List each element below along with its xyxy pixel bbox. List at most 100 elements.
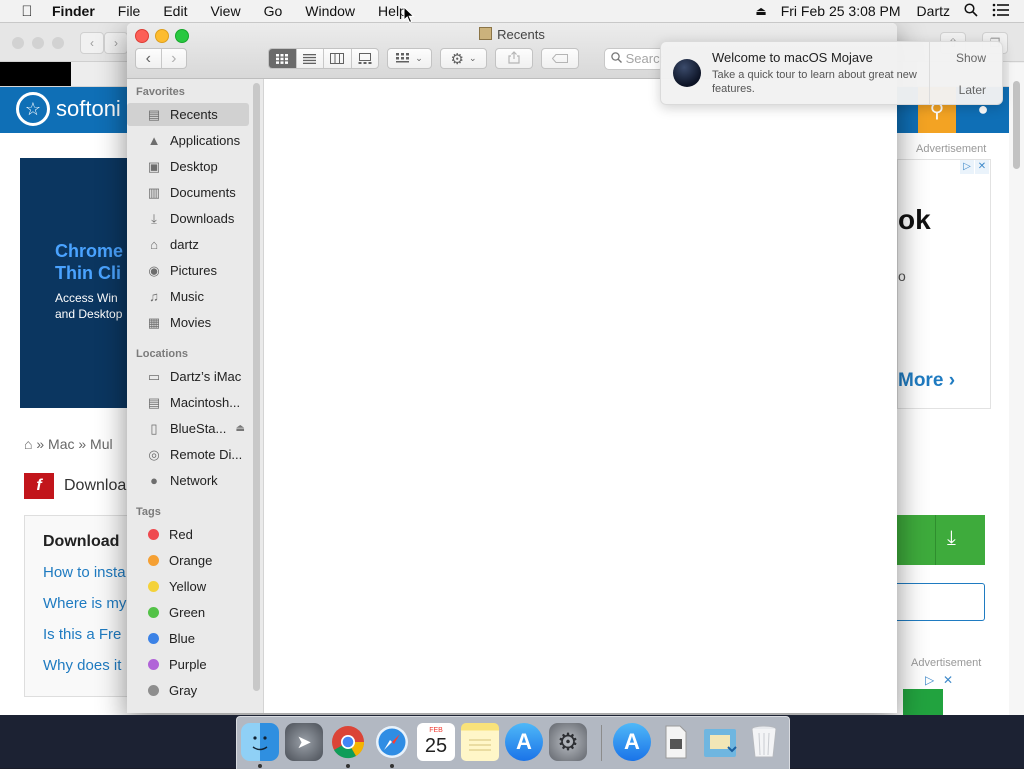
calendar-icon[interactable]: FEB 25: [417, 723, 455, 761]
chrome-icon[interactable]: [329, 723, 367, 761]
sidebar-tag-blue[interactable]: Blue: [127, 627, 249, 650]
sidebar-tag-red[interactable]: Red: [127, 523, 249, 546]
menu-edit[interactable]: Edit: [163, 3, 187, 19]
sidebar-tag-purple[interactable]: Purple: [127, 653, 249, 676]
notification-center-icon[interactable]: [992, 3, 1010, 20]
faq-link[interactable]: Is this a Fre: [43, 626, 121, 643]
back-icon[interactable]: ‹: [136, 49, 162, 68]
notification-title: Welcome to macOS Mojave: [712, 50, 873, 65]
sidebar-tag-yellow[interactable]: Yellow: [127, 575, 249, 598]
browser-zoom-icon[interactable]: [52, 37, 64, 49]
sidebar-item-remote-disc[interactable]: ◎ Remote Di...: [127, 443, 249, 466]
notification-banner[interactable]: Welcome to macOS Mojave Take a quick tou…: [660, 41, 1003, 105]
safari-icon[interactable]: [373, 723, 411, 761]
sidebar-scrollbar[interactable]: [253, 83, 260, 691]
download-button[interactable]: ⤓: [897, 515, 985, 565]
sidebar-item-label: Purple: [169, 657, 207, 672]
breadcrumb-text[interactable]: » Mac » Mul: [36, 436, 112, 452]
sidebar-item-macintosh-hd[interactable]: ▤ Macintosh...: [127, 391, 249, 414]
ad-choices-icon[interactable]: ▷: [925, 673, 934, 687]
sidebar-item-applications[interactable]: ▲ Applications: [127, 129, 249, 152]
secondary-button[interactable]: [897, 583, 985, 621]
eject-icon[interactable]: ⏏: [236, 423, 245, 434]
group-by-button[interactable]: ⌄: [387, 48, 432, 69]
bottom-advertisement[interactable]: ▷ ✕: [897, 673, 957, 715]
menu-file[interactable]: File: [118, 3, 141, 19]
ad-close-icon[interactable]: ✕: [943, 673, 953, 687]
tag-dot-icon: [148, 529, 159, 540]
left-advertisement[interactable]: Chrome Thin Cli Access Win and Desktop: [20, 158, 130, 408]
notes-icon[interactable]: [461, 723, 499, 761]
sidebar-item-movies[interactable]: ▦ Movies: [127, 311, 249, 334]
system-preferences-icon[interactable]: ⚙: [549, 723, 587, 761]
column-view-icon[interactable]: [324, 49, 352, 68]
browser-close-icon[interactable]: [12, 37, 24, 49]
sidebar-item-label: Desktop: [170, 159, 218, 174]
sidebar-item-desktop[interactable]: ▣ Desktop: [127, 155, 249, 178]
ad-choices-icon[interactable]: ▷: [960, 160, 974, 174]
notification-later-button[interactable]: Later: [959, 83, 986, 97]
trash-icon[interactable]: [745, 723, 783, 761]
launchpad-icon[interactable]: ➤: [285, 723, 323, 761]
sidebar-item-pictures[interactable]: ◉ Pictures: [127, 259, 249, 282]
menu-view[interactable]: View: [210, 3, 240, 19]
share-button[interactable]: [495, 48, 533, 69]
browser-scrollbar[interactable]: [1009, 63, 1024, 715]
faq-link[interactable]: Where is my: [43, 595, 126, 612]
home-icon[interactable]: ⌂: [24, 436, 32, 452]
right-advertisement[interactable]: ▷ ✕ ok o More ›: [897, 159, 991, 409]
ad-more-link[interactable]: More ›: [898, 370, 955, 392]
apple-icon[interactable]: : [18, 3, 36, 20]
sidebar-tag-orange[interactable]: Orange: [127, 549, 249, 572]
action-button[interactable]: ⚙ ⌄: [440, 48, 487, 69]
ad-close-icon[interactable]: ✕: [975, 160, 989, 174]
sidebar-item-imac[interactable]: ▭ Dartz’s iMac: [127, 365, 249, 388]
sidebar-item-label: Blue: [169, 631, 196, 646]
ad-big-text: ok: [898, 204, 931, 235]
menu-app-finder[interactable]: Finder: [52, 3, 95, 19]
faq-link[interactable]: How to insta: [43, 564, 126, 581]
sidebar-item-recents[interactable]: ▤ Recents: [127, 103, 249, 126]
sidebar-item-label: dartz: [170, 237, 199, 252]
menu-user[interactable]: Dartz: [917, 3, 950, 19]
folder-icon: [479, 27, 493, 40]
dark-tab[interactable]: [0, 62, 71, 86]
finder-icon[interactable]: [241, 723, 279, 761]
sidebar-item-documents[interactable]: ▥ Documents: [127, 181, 249, 204]
browser-back-icon[interactable]: ‹: [80, 32, 104, 54]
notification-show-button[interactable]: Show: [956, 51, 986, 65]
sidebar-item-bluestacks[interactable]: ▯ BlueSta... ⏏: [127, 417, 249, 440]
gallery-view-icon[interactable]: [352, 49, 379, 68]
finder-search-field[interactable]: Search: [604, 48, 664, 70]
browser-forward-icon[interactable]: ›: [104, 32, 128, 54]
icon-view-icon[interactable]: [269, 49, 297, 68]
app-store-folder-icon[interactable]: A: [613, 723, 651, 761]
menu-go[interactable]: Go: [264, 3, 283, 19]
list-view-icon[interactable]: [297, 49, 324, 68]
sidebar-tag-green[interactable]: Green: [127, 601, 249, 624]
desktop-icon: ▣: [147, 158, 161, 174]
forward-icon[interactable]: ›: [162, 49, 187, 68]
share-icon: [508, 50, 520, 67]
site-logo[interactable]: ☆ softoni: [16, 92, 121, 126]
downloads-stack-icon[interactable]: [701, 723, 739, 761]
sidebar-item-dartz[interactable]: ⌂ dartz: [127, 233, 249, 256]
document-icon[interactable]: [657, 723, 695, 761]
eject-icon[interactable]: ⏏: [755, 4, 766, 18]
group-icon: [396, 51, 410, 66]
menu-clock[interactable]: Fri Feb 25 3:08 PM: [781, 3, 901, 19]
app-store-icon[interactable]: A: [505, 723, 543, 761]
sidebar-item-downloads[interactable]: ⤓ Downloads: [127, 207, 249, 230]
menu-window[interactable]: Window: [305, 3, 355, 19]
spotlight-icon[interactable]: [964, 2, 978, 20]
tags-button[interactable]: [541, 48, 579, 69]
sidebar-item-label: Orange: [169, 553, 213, 568]
menu-bar:  Finder File Edit View Go Window Help ⏏…: [0, 0, 1024, 23]
finder-content-area[interactable]: [264, 79, 897, 713]
browser-minimize-icon[interactable]: [32, 37, 44, 49]
sidebar-item-network[interactable]: ● Network: [127, 469, 249, 492]
sidebar-tag-gray[interactable]: Gray: [127, 679, 249, 702]
sidebar-item-music[interactable]: ♫ Music: [127, 285, 249, 308]
ad-more-text: More: [898, 370, 944, 391]
faq-link[interactable]: Why does it: [43, 657, 121, 674]
